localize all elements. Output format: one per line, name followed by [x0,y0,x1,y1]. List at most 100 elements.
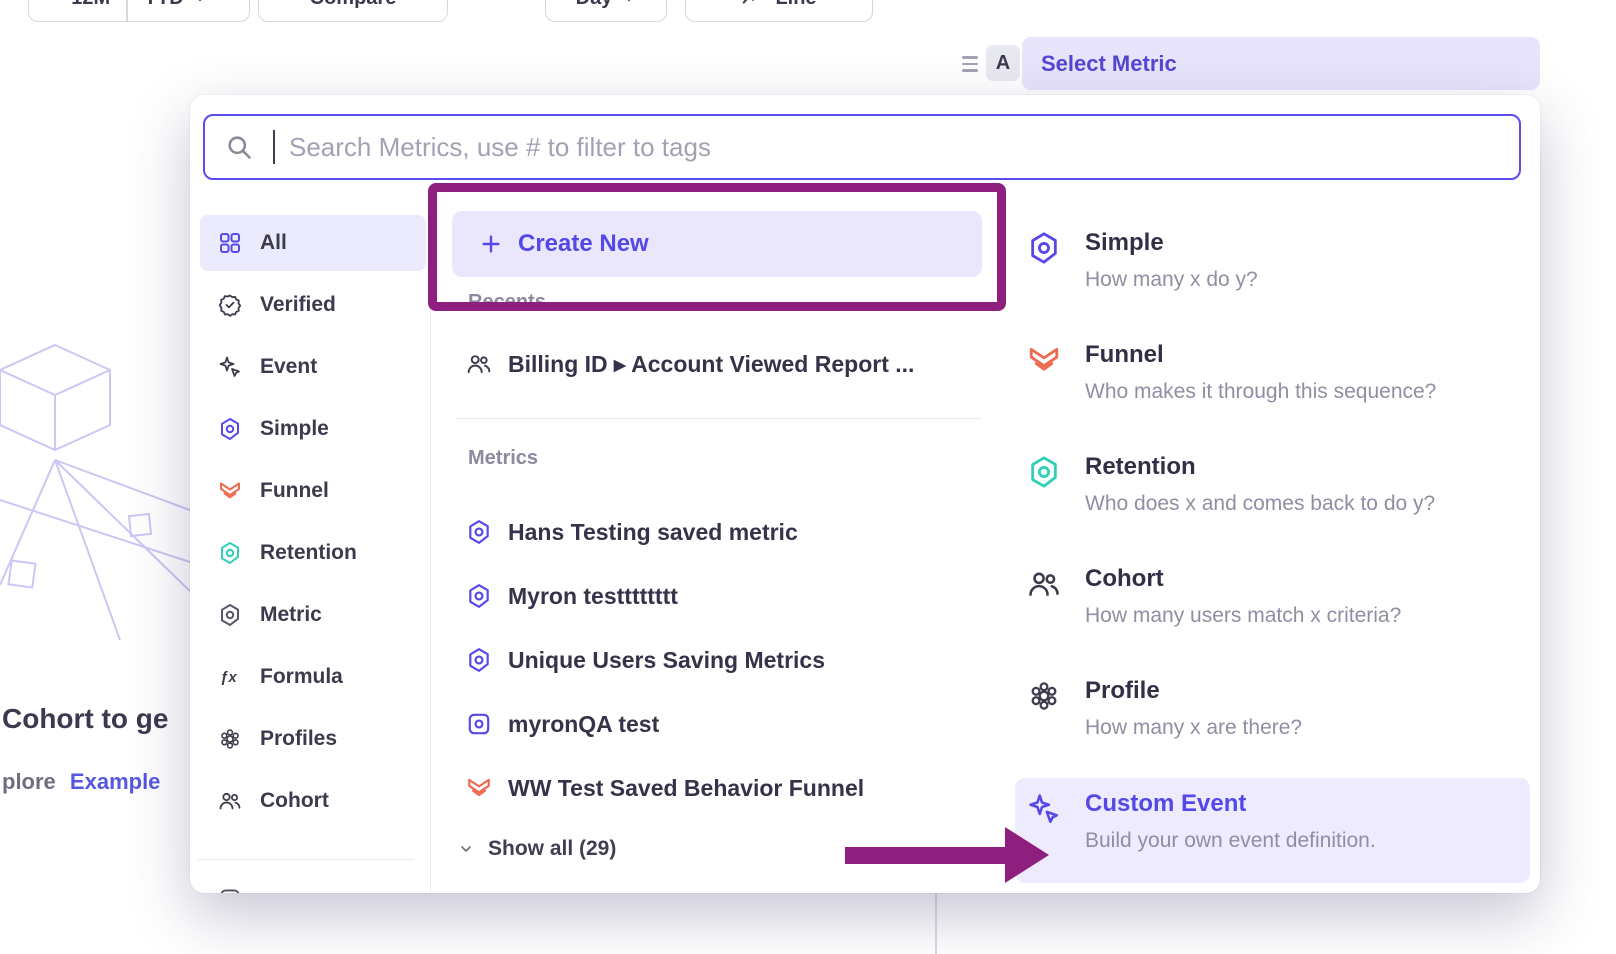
funnel-orange-icon [218,479,242,503]
verified-badge-icon [218,293,242,317]
type-title: Custom Event [1085,790,1530,818]
chevron-down-icon [458,841,474,857]
type-cohort[interactable]: Cohort How many users match x criteria? [1015,565,1530,628]
show-all-button[interactable]: Show all (29) [458,827,616,871]
type-title: Cohort [1085,565,1530,593]
metric-item-label: Unique Users Saving Metrics [508,647,825,674]
recents-header: Recents [468,291,546,314]
metric-item-label: myronQA test [508,711,659,738]
metric-item-label: WW Test Saved Behavior Funnel [508,775,864,802]
type-description: How many users match x criteria? [1085,604,1530,628]
link-prefix-text: plore [2,769,56,794]
sidebar-label: Formula [260,665,343,689]
chevron-down-icon [193,0,207,3]
sidebar-label: Simple [260,417,329,441]
pane-divider [935,893,937,954]
annotation-arrow-head [1005,827,1049,883]
type-profile[interactable]: Profile How many x are there? [1015,677,1530,740]
sidebar-label: All [260,231,287,255]
sidebar-item-verified[interactable]: Verified [200,277,426,333]
people-icon [466,351,492,377]
type-funnel[interactable]: Funnel Who makes it through this sequenc… [1015,341,1530,404]
sidebar-item-partial[interactable] [200,871,426,893]
type-title: Profile [1085,677,1530,705]
chart-type-line-button[interactable]: Line [685,0,873,22]
hexagon-purple-icon [466,519,492,545]
range-ytd-button[interactable]: YTD [128,0,223,21]
series-letter: A [996,52,1010,75]
type-retention[interactable]: Retention Who does x and comes back to d… [1015,453,1530,516]
metric-item[interactable]: Myron testttttttt [452,568,982,624]
sidebar-item-metric[interactable]: Metric [200,587,426,643]
sidebar-item-profiles[interactable]: Profiles [200,711,426,767]
divider [198,859,414,860]
search-input[interactable] [287,132,1519,163]
compare-label: Compare [310,0,397,10]
funnel-orange-icon [1027,343,1061,377]
metric-item[interactable]: Unique Users Saving Metrics [452,632,982,688]
day-label: Day [576,0,613,10]
granularity-day-button[interactable]: Day [545,0,667,22]
annotation-arrow [845,847,1007,864]
sidebar-item-retention[interactable]: Retention [200,525,426,581]
drag-handle-icon[interactable] [962,56,978,76]
sidebar-label: Verified [260,293,336,317]
sidebar-label: Metric [260,603,322,627]
create-new-label: Create New [518,230,649,258]
sidebar-item-formula[interactable]: ƒx Formula [200,649,426,705]
metric-item[interactable]: myronQA test [452,696,982,752]
hexagon-purple-icon [466,647,492,673]
profiles-flower-icon [218,727,242,751]
date-range-control: 12M YTD [28,0,250,22]
sidebar-item-simple[interactable]: Simple [200,401,426,457]
background-headline: Cohort to ge [2,703,194,735]
compare-button[interactable]: Compare [258,0,448,22]
sidebar-label: Event [260,355,317,379]
series-letter-badge[interactable]: A [986,45,1020,81]
type-description: Who does x and comes back to do y? [1085,492,1530,516]
metric-item-label: Hans Testing saved metric [508,519,798,546]
funnel-orange-icon [466,775,492,801]
hexagon-purple-icon [466,583,492,609]
range-12m-button[interactable]: 12M [55,0,126,21]
background-link-row: plore Example [2,769,194,795]
sidebar-item-event[interactable]: Event [200,339,426,395]
range-ytd-label: YTD [144,0,184,10]
create-new-button[interactable]: Create New [452,211,982,277]
sidebar-label: Retention [260,541,357,565]
hexagon-teal-icon [1027,455,1061,489]
search-box[interactable] [203,114,1521,180]
svg-text:ƒx: ƒx [220,669,237,686]
plus-icon [480,233,502,255]
square-purple-icon [466,711,492,737]
recent-item[interactable]: Billing ID ▸ Account Viewed Report ... [452,335,982,393]
grid-icon [218,231,242,255]
type-description: How many x are there? [1085,716,1530,740]
type-custom-event[interactable]: Custom Event Build your own event defini… [1015,778,1530,883]
select-metric-label: Select Metric [1041,51,1177,77]
type-title: Retention [1085,453,1530,481]
chevron-down-icon [622,0,636,3]
sidebar-item-cohort[interactable]: Cohort [200,773,426,829]
type-title: Simple [1085,229,1530,257]
sidebar-item-all[interactable]: All [200,215,426,271]
metric-item[interactable]: Hans Testing saved metric [452,504,982,560]
recent-item-label: Billing ID ▸ Account Viewed Report ... [508,351,914,378]
hexagon-gray-icon [218,603,242,627]
sidebar-label: Profiles [260,727,337,751]
event-spark-icon [218,355,242,379]
category-sidebar: All Verified Event Simple Funnel Retenti… [190,203,431,893]
select-metric-field[interactable]: Select Metric [1022,37,1540,90]
sidebar-label: Funnel [260,479,329,503]
show-all-label: Show all (29) [488,837,616,861]
sidebar-label: Cohort [260,789,329,813]
line-chart-icon [741,0,763,9]
search-icon [225,133,253,161]
type-simple[interactable]: Simple How many x do y? [1015,229,1530,292]
custom-event-spark-icon [1027,792,1061,826]
metric-item[interactable]: WW Test Saved Behavior Funnel [452,760,982,816]
type-description: Build your own event definition. [1085,829,1530,853]
sidebar-item-funnel[interactable]: Funnel [200,463,426,519]
hexagon-purple-icon [218,417,242,441]
example-link[interactable]: Example [70,769,161,794]
